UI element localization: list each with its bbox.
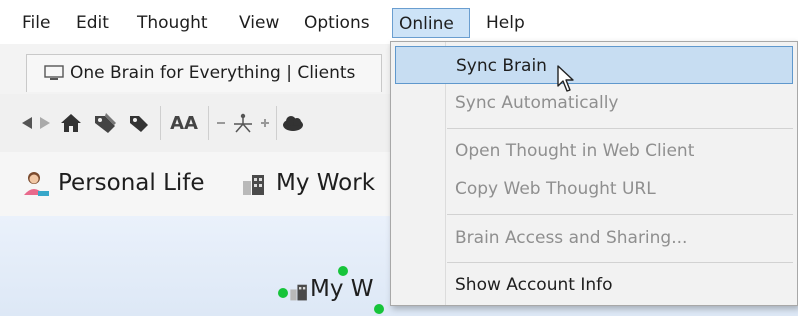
menu-edit[interactable]: Edit <box>70 8 115 38</box>
office-building-icon <box>243 175 264 195</box>
zoom-out-icon[interactable] <box>214 110 228 136</box>
back-icon[interactable] <box>20 110 34 136</box>
pin-personal-life[interactable]: Personal Life <box>22 166 205 200</box>
pin-label: Personal Life <box>58 170 205 196</box>
toolbar-separator <box>208 106 209 140</box>
toolbar-separator <box>276 106 277 140</box>
tag-icon[interactable] <box>128 110 150 136</box>
menu-online[interactable]: Online <box>392 8 470 38</box>
tab-label: One Brain for Everything | Clients <box>70 63 356 83</box>
forward-icon[interactable] <box>38 110 52 136</box>
menu-item-copy-web-url[interactable]: Copy Web Thought URL <box>395 170 793 208</box>
menu-help[interactable]: Help <box>480 8 531 38</box>
person-icon <box>24 172 49 196</box>
menu-bar: File Edit Thought View Options Online He… <box>0 0 798 44</box>
menu-item-open-in-web-client[interactable]: Open Thought in Web Client <box>395 132 793 170</box>
cloud-icon[interactable] <box>282 110 304 136</box>
menu-separator <box>447 128 793 129</box>
home-icon[interactable] <box>60 110 82 136</box>
layout-icon[interactable] <box>230 110 256 136</box>
menu-separator <box>447 262 793 263</box>
menu-item-brain-access-sharing[interactable]: Brain Access and Sharing... <box>395 219 793 257</box>
menu-file[interactable]: File <box>16 8 56 38</box>
menu-thought[interactable]: Thought <box>131 8 214 38</box>
active-thought-label[interactable]: My W <box>310 272 374 306</box>
menu-options[interactable]: Options <box>298 8 376 38</box>
node-gate-dot[interactable] <box>278 288 288 298</box>
mouse-cursor-icon <box>557 65 574 92</box>
office-building-icon <box>290 284 307 301</box>
menu-view[interactable]: View <box>233 8 285 38</box>
zoom-in-icon[interactable] <box>258 110 272 136</box>
monitor-icon <box>44 65 64 80</box>
menu-item-sync-automatically[interactable]: Sync Automatically <box>395 84 793 122</box>
tags-icon[interactable] <box>92 110 118 136</box>
node-gate-dot[interactable] <box>374 304 384 314</box>
menu-item-sync-brain[interactable]: Sync Brain <box>395 46 793 84</box>
menu-item-show-account-info[interactable]: Show Account Info <box>395 266 793 304</box>
pin-my-work[interactable]: My Work <box>240 166 375 200</box>
font-size-icon[interactable]: AA <box>168 110 200 136</box>
pin-label: My Work <box>276 170 376 196</box>
menu-separator <box>447 214 793 215</box>
toolbar-separator <box>160 106 161 140</box>
